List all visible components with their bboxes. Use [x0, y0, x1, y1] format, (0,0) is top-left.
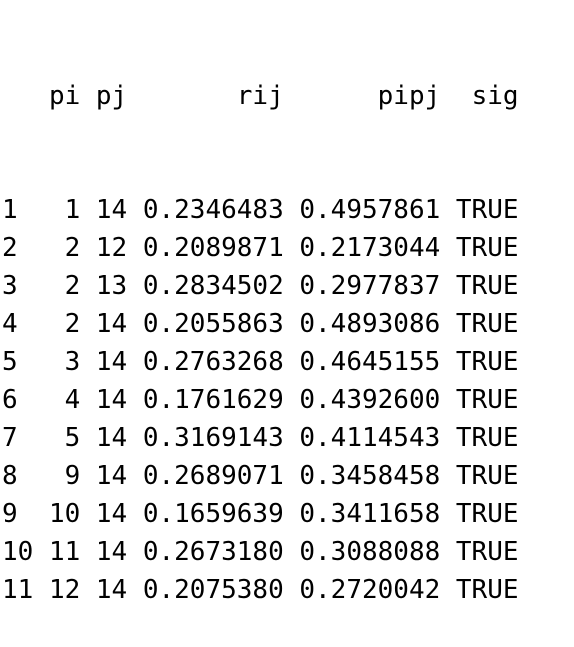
table-row: 2 2 12 0.2089871 0.2173044 TRUE	[2, 229, 519, 267]
row-index: 4	[2, 309, 18, 339]
cell-pipj: 0.4114543	[299, 423, 441, 453]
cell-sig: TRUE	[455, 233, 519, 263]
column-header-pj: pj	[95, 81, 128, 111]
table-row: 3 2 13 0.2834502 0.2977837 TRUE	[2, 267, 519, 305]
cell-pi: 12	[48, 575, 81, 605]
cell-pi: 3	[64, 347, 81, 377]
cell-sig: TRUE	[455, 195, 519, 225]
cell-pipj: 0.2977837	[299, 271, 441, 301]
table-header-row: pi pj rij pipj sig	[2, 77, 519, 115]
cell-sig: TRUE	[455, 499, 519, 529]
column-header-sig: sig	[471, 81, 519, 111]
cell-sig: TRUE	[455, 423, 519, 453]
table-row: 6 4 14 0.1761629 0.4392600 TRUE	[2, 381, 519, 419]
cell-pipj: 0.3088088	[299, 537, 441, 567]
table-row: 8 9 14 0.2689071 0.3458458 TRUE	[2, 457, 519, 495]
row-index: 6	[2, 385, 18, 415]
row-index: 5	[2, 347, 18, 377]
cell-pipj: 0.2720042	[299, 575, 441, 605]
cell-pi: 10	[48, 499, 81, 529]
cell-pipj: 0.2173044	[299, 233, 441, 263]
cell-pipj: 0.3458458	[299, 461, 441, 491]
cell-rij: 0.2689071	[142, 461, 284, 491]
cell-pi: 4	[64, 385, 81, 415]
table-row: 4 2 14 0.2055863 0.4893086 TRUE	[2, 305, 519, 343]
row-index: 9	[2, 499, 18, 529]
table-row: 7 5 14 0.3169143 0.4114543 TRUE	[2, 419, 519, 457]
cell-pj: 14	[95, 575, 128, 605]
cell-pipj: 0.4645155	[299, 347, 441, 377]
cell-pj: 12	[95, 233, 128, 263]
row-index: 7	[2, 423, 18, 453]
cell-sig: TRUE	[455, 461, 519, 491]
cell-pi: 11	[48, 537, 81, 567]
cell-pj: 14	[95, 309, 128, 339]
cell-pipj: 0.4893086	[299, 309, 441, 339]
cell-rij: 0.2834502	[142, 271, 284, 301]
cell-pj: 13	[95, 271, 128, 301]
cell-sig: TRUE	[455, 347, 519, 377]
cell-pj: 14	[95, 423, 128, 453]
cell-pj: 14	[95, 195, 128, 225]
cell-rij: 0.3169143	[142, 423, 284, 453]
cell-pipj: 0.3411658	[299, 499, 441, 529]
cell-pipj: 0.4957861	[299, 195, 441, 225]
cell-rij: 0.2075380	[142, 575, 284, 605]
row-index: 10	[2, 537, 34, 567]
cell-rij: 0.2346483	[142, 195, 284, 225]
cell-pi: 5	[64, 423, 81, 453]
cell-sig: TRUE	[455, 385, 519, 415]
cell-pj: 14	[95, 499, 128, 529]
row-index: 8	[2, 461, 18, 491]
cell-pi: 1	[64, 195, 81, 225]
table-row: 5 3 14 0.2763268 0.4645155 TRUE	[2, 343, 519, 381]
table-body: 1 1 14 0.2346483 0.4957861 TRUE 2 2 12 0.2089871 0…	[2, 191, 519, 609]
cell-sig: TRUE	[455, 309, 519, 339]
cell-rij: 0.2055863	[142, 309, 284, 339]
table-row: 9 10 14 0.1659639 0.3411658 TRUE	[2, 495, 519, 533]
table-row: 10 11 14 0.2673180 0.3088088 TRUE	[2, 533, 519, 571]
cell-pi: 2	[64, 233, 81, 263]
cell-pj: 14	[95, 461, 128, 491]
cell-pipj: 0.4392600	[299, 385, 441, 415]
row-index: 1	[2, 195, 18, 225]
row-index-header	[2, 77, 33, 115]
row-index: 2	[2, 233, 18, 263]
column-header-pipj: pipj	[377, 81, 441, 111]
column-header-rij: rij	[236, 81, 284, 111]
row-index: 3	[2, 271, 18, 301]
table-row: 1 1 14 0.2346483 0.4957861 TRUE	[2, 191, 519, 229]
cell-sig: TRUE	[455, 575, 519, 605]
cell-pj: 14	[95, 385, 128, 415]
cell-pi: 9	[64, 461, 81, 491]
cell-rij: 0.2089871	[142, 233, 284, 263]
column-header-pi: pi	[48, 81, 81, 111]
cell-pi: 2	[64, 309, 81, 339]
cell-rij: 0.1659639	[142, 499, 284, 529]
r-console-output: pi pj rij pipj sig 1 1 14 0.2346483 0.495786…	[2, 1, 519, 647]
row-index: 11	[2, 575, 34, 605]
cell-sig: TRUE	[455, 537, 519, 567]
cell-rij: 0.2673180	[142, 537, 284, 567]
cell-pi: 2	[64, 271, 81, 301]
cell-rij: 0.1761629	[142, 385, 284, 415]
cell-rij: 0.2763268	[142, 347, 284, 377]
cell-sig: TRUE	[455, 271, 519, 301]
cell-pj: 14	[95, 347, 128, 377]
table-row: 11 12 14 0.2075380 0.2720042 TRUE	[2, 571, 519, 609]
cell-pj: 14	[95, 537, 128, 567]
